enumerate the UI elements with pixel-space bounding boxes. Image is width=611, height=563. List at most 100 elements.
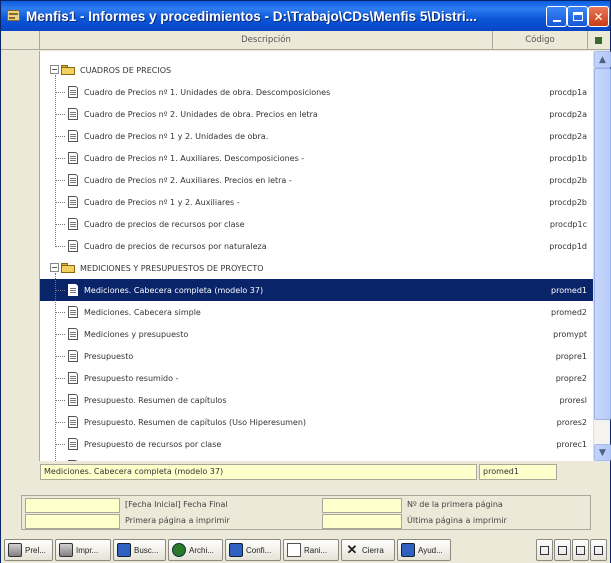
tree-item-label: Cuadro de Precios nº 1 y 2. Unidades de … <box>84 131 269 141</box>
close-button[interactable]: ✕ <box>588 6 609 27</box>
tree-group-label: MEDICIONES Y PRESUPUESTOS DE PROYECTO <box>80 263 264 273</box>
toolbar-button-search[interactable]: Busc... <box>113 539 166 561</box>
tree-item-code: procdp2a <box>549 109 587 119</box>
tree-item-code: procdp1b <box>549 153 587 163</box>
report-document-icon <box>68 108 78 120</box>
tree-item-row[interactable]: Mediciones. Cabecera simple promed2 <box>40 301 593 323</box>
tree-item-label: Cuadro de precios de recursos por natura… <box>84 241 267 251</box>
status-code: promed1 <box>479 464 557 480</box>
report-document-icon <box>68 218 78 230</box>
tree-group-row[interactable]: − MEDICIONES Y PRESUPUESTOS DE PROYECTO <box>40 257 593 279</box>
ultima-pagina-input[interactable] <box>322 514 402 529</box>
maximize-button[interactable] <box>567 6 588 27</box>
column-description-header[interactable]: Descripción <box>40 31 493 49</box>
toolbar-button-preview[interactable]: Prel... <box>4 539 53 561</box>
tree-item-row[interactable]: Presupuesto de recursos por clase prorec1 <box>40 433 593 455</box>
primera-pagina-label: Primera página a imprimir <box>125 516 230 525</box>
tree-item-row[interactable]: Cuadro de Precios nº 2. Auxiliares. Prec… <box>40 169 593 191</box>
column-options-icon[interactable] <box>588 31 608 49</box>
tree-item-code: propre2 <box>555 373 587 383</box>
header-lead <box>1 31 40 49</box>
scroll-down-button[interactable]: ▼ <box>594 444 611 461</box>
tree-connector <box>55 158 65 159</box>
tree-item-row[interactable]: Cuadro de Precios nº 2. Unidades de obra… <box>40 103 593 125</box>
numero-primera-label: Nº de la primera página <box>407 500 503 509</box>
config-icon <box>229 543 243 557</box>
vertical-scrollbar[interactable]: ▲ ▼ <box>593 51 611 461</box>
tree-item-row[interactable]: Mediciones. Cabecera completa (modelo 37… <box>40 279 593 301</box>
collapse-toggle-icon[interactable]: − <box>50 65 59 74</box>
close-icon: ✕ <box>346 542 358 557</box>
tree-item-row[interactable]: Cuadro de precios de recursos por natura… <box>40 235 593 257</box>
toolbar-button-label: Confi... <box>246 545 272 555</box>
tree-item-row[interactable]: Presupuesto propre1 <box>40 345 593 367</box>
tree-connector <box>55 334 65 335</box>
report-document-icon <box>68 174 78 186</box>
tree-item-code: promed2 <box>551 307 587 317</box>
tree-item-code: procdp1a <box>549 87 587 97</box>
app-window: Menfis1 - Informes y procedimientos - D:… <box>0 0 611 563</box>
tree-item-row[interactable]: Cuadro de precios de recursos por clase p… <box>40 213 593 235</box>
tree-item-code: propre1 <box>555 351 587 361</box>
toolbar-button-config[interactable]: Confi... <box>225 539 281 561</box>
tree-item-code: promypt <box>553 329 587 339</box>
tree-item-row[interactable]: Cuadro de Precios nº 1. Unidades de obra… <box>40 81 593 103</box>
toolbar-button-file[interactable]: Archi... <box>168 539 223 561</box>
report-document-icon <box>68 240 78 252</box>
tree-group-row[interactable]: − CUADROS DE PRECIOS <box>40 59 593 81</box>
tree-item-row[interactable]: Presupuesto de recursos por capítulo -pr… <box>40 455 593 461</box>
search-icon <box>117 543 131 557</box>
tree-item-code: promed1 <box>551 285 587 295</box>
tree-item-label: Cuadro de Precios nº 2. Auxiliares. Prec… <box>84 175 292 185</box>
tree-item-row[interactable]: Presupuesto resumido - propre2 <box>40 367 593 389</box>
numero-primera-input[interactable] <box>322 498 402 513</box>
tree-item-row[interactable]: Cuadro de Precios nº 1. Auxiliares. Desc… <box>40 147 593 169</box>
report-document-icon <box>68 130 78 142</box>
ultima-pagina-label: Última página a imprimir <box>407 516 507 525</box>
column-code-header[interactable]: Código <box>493 31 588 49</box>
report-document-icon <box>68 306 78 318</box>
status-description: Mediciones. Cabecera completa (modelo 37… <box>40 464 477 480</box>
folder-icon <box>61 64 75 75</box>
primera-pagina-input[interactable] <box>25 514 120 529</box>
tree-item-code: procdp1c <box>549 219 587 229</box>
tree-item-row[interactable]: Mediciones y presupuesto promypt <box>40 323 593 345</box>
view-expand-button[interactable] <box>590 539 607 561</box>
tree-item-row[interactable]: Presupuesto. Resumen de capítulos proresl <box>40 389 593 411</box>
folder-icon <box>61 262 75 273</box>
column-header: Descripción Código <box>1 31 610 50</box>
toolbar-button-label: Impr... <box>76 545 99 555</box>
view-list-button[interactable] <box>536 539 553 561</box>
toolbar-button-rank[interactable]: Rani... <box>283 539 339 561</box>
toolbar-button-label: Archi... <box>189 545 214 555</box>
toolbar-button-help[interactable]: Ayud... <box>397 539 451 561</box>
tree-item-code: procdp2a <box>549 131 587 141</box>
report-document-icon <box>68 438 78 450</box>
tree-item-label: Presupuesto de recursos por clase <box>84 439 222 449</box>
tree-item-code: proresl <box>559 395 587 405</box>
scroll-up-button[interactable]: ▲ <box>594 51 611 68</box>
toolbar-button-close[interactable]: ✕ Cierra <box>341 539 395 561</box>
tree-item-row[interactable]: Presupuesto. Resumen de capítulos (Uso H… <box>40 411 593 433</box>
view-detail-button[interactable] <box>554 539 571 561</box>
collapse-toggle-icon[interactable]: − <box>50 263 59 272</box>
tree-item-row[interactable]: Cuadro de Precios nº 1 y 2. Unidades de … <box>40 125 593 147</box>
view-tree-button[interactable] <box>572 539 589 561</box>
tree-connector <box>55 224 65 225</box>
toolbar-button-printer[interactable]: Impr... <box>55 539 111 561</box>
bottom-toolbar: Prel... Impr... Busc... Archi... Confi... Ran… <box>1 537 610 563</box>
tree-item-label: Mediciones. Cabecera completa (modelo 37… <box>84 285 264 295</box>
tree-item-label: Mediciones. Cabecera simple <box>84 307 201 317</box>
report-document-icon <box>68 372 78 384</box>
tree-item-label: Presupuesto resumido - <box>84 373 179 383</box>
close-icon: ✕ <box>593 9 604 24</box>
toolbar-button-label: Prel... <box>25 545 46 555</box>
report-tree[interactable]: − CUADROS DE PRECIOS Cuadro de Precios nº … <box>1 51 593 461</box>
tree-item-row[interactable]: Cuadro de Precios nº 1 y 2. Auxiliares -… <box>40 191 593 213</box>
minimize-button[interactable] <box>546 6 567 27</box>
tree-group-label: CUADROS DE PRECIOS <box>80 65 172 75</box>
tree-connector <box>55 290 65 291</box>
title-bar[interactable]: Menfis1 - Informes y procedimientos - D:… <box>1 1 610 31</box>
fecha-inicial-input[interactable] <box>25 498 120 513</box>
scroll-thumb[interactable] <box>594 68 611 420</box>
